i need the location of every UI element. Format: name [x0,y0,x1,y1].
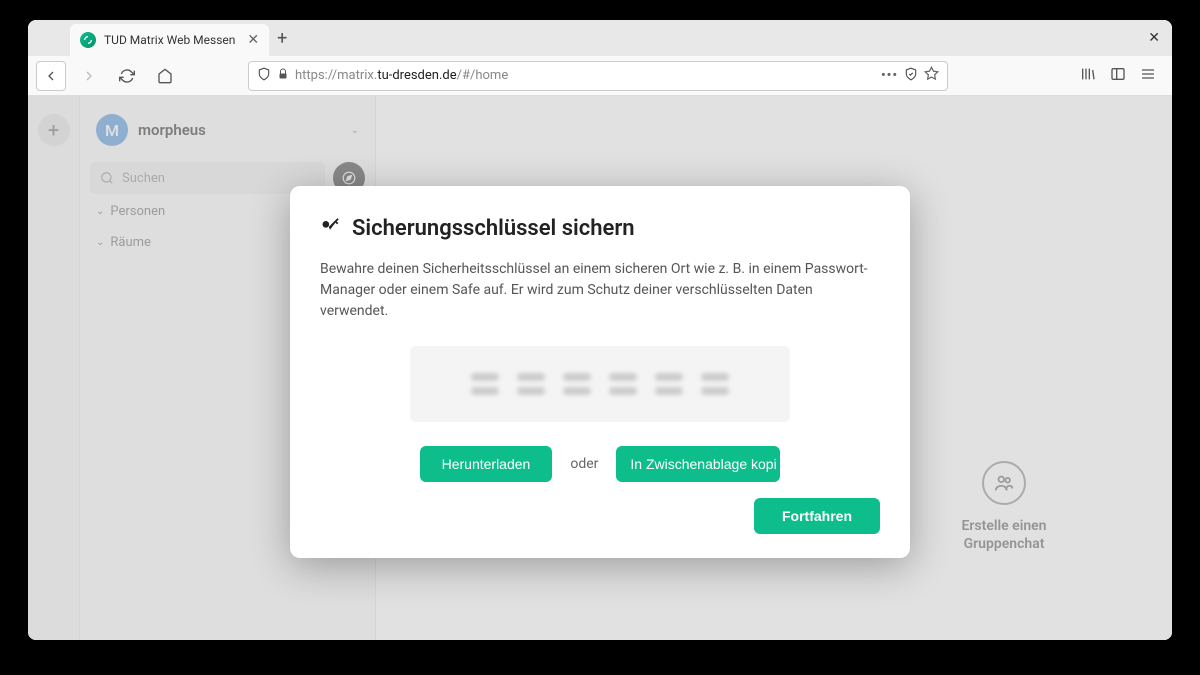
protection-icon[interactable] [904,67,918,85]
key-icon [320,216,340,241]
bookmark-icon[interactable] [924,66,939,85]
app-content: + M morpheus ⌄ Suchen ⌄ Personen [28,96,1172,640]
download-button[interactable]: Herunterladen [420,446,553,482]
home-button[interactable] [150,61,180,91]
back-button[interactable] [36,61,66,91]
dialog-title: Sicherungsschlüssel sichern [352,216,635,241]
copy-button[interactable]: In Zwischenablage kopi [616,446,780,482]
library-icon[interactable] [1080,66,1096,86]
modal-overlay[interactable]: Sicherungsschlüssel sichern Bewahre dein… [28,96,1172,640]
browser-toolbar: https://matrix.tu-dresden.de/#/home ••• [28,56,1172,96]
forward-button [74,61,104,91]
shield-icon[interactable] [257,67,271,85]
browser-tab[interactable]: TUD Matrix Web Messen ✕ [70,24,269,56]
sidebar-toggle-icon[interactable] [1110,66,1126,86]
menu-icon[interactable] [1140,66,1156,86]
lock-icon[interactable] [277,68,289,84]
tab-title: TUD Matrix Web Messen [104,33,235,47]
security-key-display [410,346,790,422]
titlebar: TUD Matrix Web Messen ✕ + ✕ [28,20,1172,56]
dialog-body: Bewahre deinen Sicherheitsschlüssel an e… [320,259,880,322]
url-text: https://matrix.tu-dresden.de/#/home [295,68,875,83]
tab-close-icon[interactable]: ✕ [247,32,259,48]
window-close-icon[interactable]: ✕ [1148,30,1160,46]
reload-button[interactable] [112,61,142,91]
new-tab-button[interactable]: + [277,28,287,49]
continue-button[interactable]: Fortfahren [754,498,880,534]
page-actions-icon[interactable]: ••• [881,68,898,83]
favicon [80,32,96,48]
browser-window: TUD Matrix Web Messen ✕ + ✕ https://matr [28,20,1172,640]
toolbar-right [1080,66,1164,86]
url-bar[interactable]: https://matrix.tu-dresden.de/#/home ••• [248,61,948,91]
or-label: oder [570,456,598,472]
security-key-dialog: Sicherungsschlüssel sichern Bewahre dein… [290,186,910,558]
